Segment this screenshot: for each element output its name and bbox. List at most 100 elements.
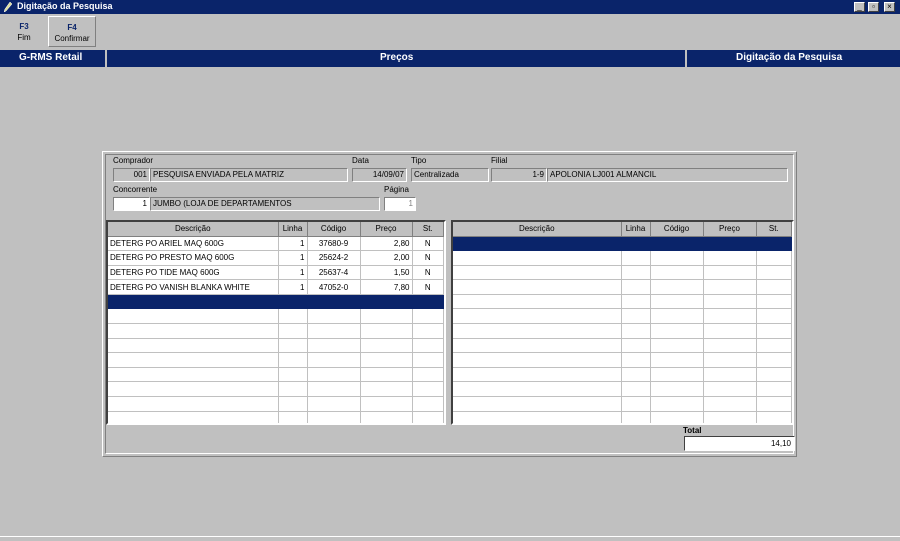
col-codigo[interactable]: Código: [307, 222, 361, 237]
cell[interactable]: [621, 323, 651, 339]
cell[interactable]: [756, 367, 792, 383]
cell[interactable]: [278, 308, 308, 325]
cell[interactable]: [453, 323, 622, 339]
cell[interactable]: [453, 236, 622, 252]
cell[interactable]: [108, 367, 279, 383]
table-row[interactable]: [453, 279, 792, 295]
cell[interactable]: [360, 352, 413, 368]
cell[interactable]: [108, 352, 279, 368]
cell[interactable]: [307, 411, 361, 423]
cell[interactable]: [412, 323, 444, 339]
cell[interactable]: [703, 396, 757, 412]
cell[interactable]: [108, 294, 279, 310]
cell[interactable]: [278, 381, 308, 398]
cell[interactable]: [360, 411, 413, 423]
cell[interactable]: [703, 411, 757, 423]
cell[interactable]: [360, 396, 413, 412]
table-row[interactable]: [108, 323, 444, 339]
cell[interactable]: [756, 265, 792, 281]
cell-linha[interactable]: 1: [278, 236, 308, 252]
cell[interactable]: [703, 381, 757, 398]
cell[interactable]: [621, 265, 651, 281]
cell[interactable]: [756, 352, 792, 368]
cell[interactable]: [621, 396, 651, 412]
cell-descricao[interactable]: DETERG PO ARIEL MAQ 600G: [108, 236, 279, 252]
cell[interactable]: [307, 352, 361, 368]
col-descricao[interactable]: Descrição: [108, 222, 279, 237]
cell-preco[interactable]: 7,80: [360, 279, 413, 295]
cell[interactable]: [650, 338, 704, 354]
cell[interactable]: [703, 265, 757, 281]
cell[interactable]: [650, 411, 704, 423]
cell[interactable]: [756, 308, 792, 325]
cell[interactable]: [360, 323, 413, 339]
cell[interactable]: [453, 352, 622, 368]
filial-code-field[interactable]: 1-9: [491, 168, 547, 182]
table-row[interactable]: [108, 411, 444, 423]
cell[interactable]: [307, 323, 361, 339]
cell[interactable]: [650, 308, 704, 325]
cell[interactable]: [703, 338, 757, 354]
cell[interactable]: [650, 279, 704, 295]
comprador-code-field[interactable]: 001: [113, 168, 150, 182]
col-linha[interactable]: Linha: [621, 222, 651, 237]
cell[interactable]: [453, 279, 622, 295]
col-preco[interactable]: Preço: [703, 222, 757, 237]
table-row[interactable]: [108, 367, 444, 383]
cell[interactable]: [650, 294, 704, 310]
cell[interactable]: [278, 338, 308, 354]
cell[interactable]: [307, 367, 361, 383]
cell[interactable]: [453, 367, 622, 383]
cell-preco[interactable]: 2,80: [360, 236, 413, 252]
cell[interactable]: [108, 396, 279, 412]
cell-linha[interactable]: 1: [278, 279, 308, 295]
cell[interactable]: [621, 352, 651, 368]
cell-st[interactable]: N: [412, 265, 444, 281]
cell[interactable]: [412, 294, 444, 310]
restore-button[interactable]: ▫: [868, 2, 879, 12]
cell[interactable]: [621, 279, 651, 295]
cell[interactable]: [278, 411, 308, 423]
cell[interactable]: [703, 236, 757, 252]
cell[interactable]: [703, 308, 757, 325]
tipo-field[interactable]: Centralizada: [411, 168, 489, 182]
table-row[interactable]: [453, 338, 792, 354]
table-row[interactable]: DETERG PO PRESTO MAQ 600G 1 25624-2 2,00…: [108, 250, 444, 266]
data-field[interactable]: 14/09/07: [352, 168, 407, 182]
cell-linha[interactable]: 1: [278, 250, 308, 266]
cell[interactable]: [108, 308, 279, 325]
cell-linha[interactable]: 1: [278, 265, 308, 281]
cell[interactable]: [108, 381, 279, 398]
cell[interactable]: [307, 381, 361, 398]
cell-codigo[interactable]: 37680-9: [307, 236, 361, 252]
minimize-button[interactable]: _: [854, 2, 865, 12]
table-row[interactable]: [453, 294, 792, 310]
close-button[interactable]: ×: [884, 2, 895, 12]
cell-codigo[interactable]: 25624-2: [307, 250, 361, 266]
cell[interactable]: [360, 308, 413, 325]
cell-descricao[interactable]: DETERG PO VANISH BLANKA WHITE: [108, 279, 279, 295]
cell[interactable]: [108, 323, 279, 339]
cell[interactable]: [650, 396, 704, 412]
cell[interactable]: [756, 381, 792, 398]
selected-row[interactable]: [453, 236, 792, 252]
cell-codigo[interactable]: 25637-4: [307, 265, 361, 281]
cell[interactable]: [412, 338, 444, 354]
cell[interactable]: [621, 411, 651, 423]
cell[interactable]: [278, 294, 308, 310]
cell[interactable]: [360, 294, 413, 310]
cell[interactable]: [621, 308, 651, 325]
cell[interactable]: [756, 294, 792, 310]
cell[interactable]: [650, 381, 704, 398]
cell[interactable]: [756, 411, 792, 423]
cell[interactable]: [756, 396, 792, 412]
cell[interactable]: [278, 396, 308, 412]
table-row[interactable]: [453, 265, 792, 281]
cell[interactable]: [650, 236, 704, 252]
cell[interactable]: [412, 352, 444, 368]
cell-st[interactable]: N: [412, 279, 444, 295]
cell[interactable]: [621, 236, 651, 252]
cell[interactable]: [621, 294, 651, 310]
cell[interactable]: [650, 250, 704, 266]
prices-grid-left[interactable]: Descrição Linha Código Preço St. DETERG …: [106, 220, 446, 425]
